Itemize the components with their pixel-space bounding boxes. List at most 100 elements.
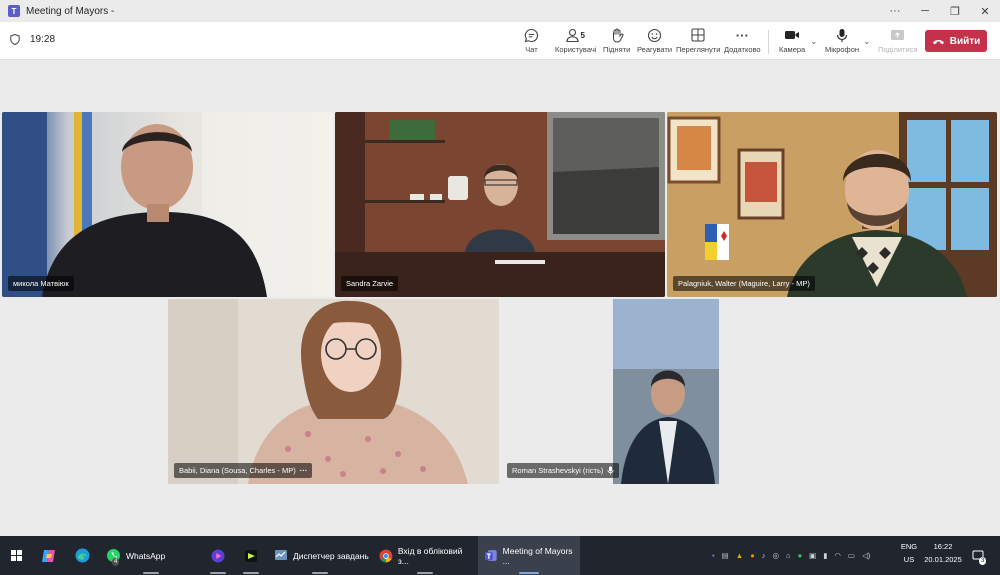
participant-name-tag: Babii, Diana (Sousa, Charles - MP) ··· bbox=[174, 463, 313, 478]
start-button[interactable] bbox=[6, 536, 26, 575]
maximize-button[interactable]: ❐ bbox=[940, 0, 970, 22]
teams-icon: T bbox=[8, 5, 20, 17]
participant-name: Sandra Zarvie bbox=[346, 279, 394, 288]
more-label: Додатково bbox=[724, 45, 761, 54]
running-indicator bbox=[210, 572, 226, 574]
close-button[interactable]: ✕ bbox=[970, 0, 1000, 22]
tray-app-icon[interactable]: ▤ bbox=[722, 551, 729, 560]
camera-button[interactable]: Камера bbox=[779, 25, 805, 54]
volume-icon[interactable]: ◁) bbox=[862, 551, 870, 560]
people-button[interactable]: 5 Користувачі bbox=[555, 25, 596, 54]
running-indicator bbox=[417, 572, 433, 574]
running-indicator bbox=[142, 572, 159, 574]
minimize-button[interactable]: ─ bbox=[910, 0, 940, 22]
running-indicator bbox=[519, 572, 539, 574]
leave-button[interactable]: Вийти bbox=[925, 30, 987, 52]
meeting-toolbar: 19:28 Чат 5 Користувачі Підняти Реагуват… bbox=[0, 22, 1000, 60]
participant-name-tag: Roman Strashevskyi (гість) bbox=[507, 463, 620, 478]
participant-tile[interactable]: Babii, Diana (Sousa, Charles - MP) ··· bbox=[168, 299, 499, 484]
participant-video bbox=[168, 299, 499, 484]
leave-label: Вийти bbox=[949, 35, 981, 47]
raise-hand-label: Підняти bbox=[603, 45, 631, 54]
app-icon bbox=[245, 549, 257, 562]
window-title: Meeting of Mayors - bbox=[26, 5, 115, 17]
whatsapp-label: WhatsApp bbox=[126, 550, 166, 561]
participant-video bbox=[2, 112, 333, 297]
input-language[interactable]: ENG US bbox=[898, 540, 920, 566]
react-button[interactable]: Реагувати bbox=[637, 25, 672, 54]
tray-app-icon[interactable]: ♪ bbox=[762, 551, 766, 560]
view-button[interactable]: Переглянути bbox=[676, 25, 720, 54]
microphone-icon bbox=[607, 466, 614, 475]
share-button[interactable]: Поділитися bbox=[878, 25, 917, 54]
participant-name: микола Матвіюк bbox=[13, 279, 69, 288]
view-label: Переглянути bbox=[676, 45, 721, 54]
copilot-icon bbox=[42, 549, 55, 562]
media-player-button[interactable] bbox=[207, 536, 229, 575]
participant-tile[interactable]: Roman Strashevskyi (гість) bbox=[501, 299, 832, 484]
notification-center[interactable]: 3 bbox=[972, 536, 987, 575]
tray-app-icon[interactable]: ▲ bbox=[736, 551, 743, 560]
battery-icon[interactable]: ▭ bbox=[848, 551, 855, 560]
smile-icon bbox=[647, 28, 662, 42]
camera-label: Камера bbox=[779, 45, 806, 54]
taskbar-teams[interactable]: Meeting of Mayors ... bbox=[478, 536, 580, 575]
edge-button[interactable] bbox=[71, 536, 93, 575]
wifi-icon[interactable]: ◠ bbox=[834, 551, 841, 560]
chat-icon bbox=[524, 28, 539, 42]
tray-app-icon[interactable]: ● bbox=[750, 551, 755, 560]
timer-text: 19:28 bbox=[30, 34, 56, 45]
running-indicator bbox=[243, 572, 259, 574]
participant-name-tag: Sandra Zarvie bbox=[341, 276, 399, 291]
system-clock[interactable]: 16:22 20.01.2025 bbox=[920, 540, 966, 566]
camera-options-chevron-icon[interactable]: ⌄ bbox=[810, 36, 818, 47]
share-screen-icon bbox=[891, 29, 905, 40]
grid-view-icon bbox=[691, 28, 705, 42]
running-indicator bbox=[311, 572, 328, 574]
whatsapp-tray-icon[interactable]: ● bbox=[798, 551, 803, 560]
participant-name-tag: Palagniuk, Walter (Maguire, Larry - MP) bbox=[673, 276, 815, 291]
language-region: US bbox=[903, 555, 915, 564]
video-stage: микола Матвіюк Sandra Zarvie Palagniuk, … bbox=[0, 61, 1000, 536]
windows-logo-icon bbox=[10, 550, 22, 561]
task-manager-icon bbox=[275, 550, 287, 560]
more-options-icon[interactable]: ··· bbox=[300, 466, 308, 475]
teams-tray-icon[interactable]: ▪ bbox=[712, 551, 715, 560]
tray-app-icon[interactable]: ⌂ bbox=[786, 551, 791, 560]
raise-hand-icon bbox=[612, 28, 624, 42]
system-tray: ▪ ▤ ▲ ● ♪ ◎ ⌂ ● ▣ ▮ ◠ ▭ ◁) bbox=[712, 536, 870, 575]
microphone-label: Мікрофон bbox=[825, 45, 860, 54]
raise-hand-button[interactable]: Підняти bbox=[603, 25, 630, 54]
window-controls: ··· ─ ❐ ✕ bbox=[880, 0, 1000, 22]
chat-label: Чат bbox=[525, 45, 538, 54]
copilot-button[interactable] bbox=[38, 536, 60, 575]
tray-app-icon[interactable]: ◎ bbox=[772, 551, 779, 560]
react-label: Реагувати bbox=[637, 45, 673, 54]
more-button[interactable]: ··· Додатково bbox=[724, 25, 761, 55]
chat-button[interactable]: Чат bbox=[524, 25, 539, 54]
microphone-icon bbox=[836, 28, 848, 42]
participant-tile[interactable]: микола Матвіюк bbox=[2, 112, 333, 297]
participant-tile[interactable]: Sandra Zarvie bbox=[335, 112, 665, 297]
taskbar-whatsapp[interactable]: 4 WhatsApp bbox=[102, 536, 199, 575]
taskbar-chrome[interactable]: Вхід в обліковий з... bbox=[375, 536, 475, 575]
tray-app-icon[interactable]: ▣ bbox=[809, 551, 816, 560]
taskbar-task-manager[interactable]: Диспетчер завдань bbox=[269, 536, 370, 575]
participant-name: Babii, Diana (Sousa, Charles - MP) bbox=[179, 466, 296, 475]
share-label: Поділитися bbox=[878, 45, 918, 54]
meeting-timer: 19:28 bbox=[10, 34, 55, 45]
participant-tile-active[interactable]: Palagniuk, Walter (Maguire, Larry - MP) bbox=[667, 112, 997, 297]
chrome-label: Вхід в обліковий з... bbox=[397, 545, 463, 566]
teams-label: Meeting of Mayors ... bbox=[502, 545, 573, 566]
clock-date: 20.01.2025 bbox=[924, 555, 962, 564]
shield-icon bbox=[10, 34, 20, 45]
participant-video bbox=[335, 112, 665, 297]
more-icon: ··· bbox=[735, 27, 749, 43]
media-player-icon bbox=[211, 549, 225, 562]
more-options-icon[interactable]: ··· bbox=[880, 0, 910, 22]
microphone-button[interactable]: Мікрофон bbox=[825, 25, 859, 54]
microphone-tray-icon[interactable]: ▮ bbox=[823, 551, 827, 560]
app-button[interactable] bbox=[240, 536, 262, 575]
title-bar: T Meeting of Mayors - ··· ─ ❐ ✕ bbox=[0, 0, 1000, 22]
microphone-options-chevron-icon[interactable]: ⌄ bbox=[863, 36, 871, 47]
